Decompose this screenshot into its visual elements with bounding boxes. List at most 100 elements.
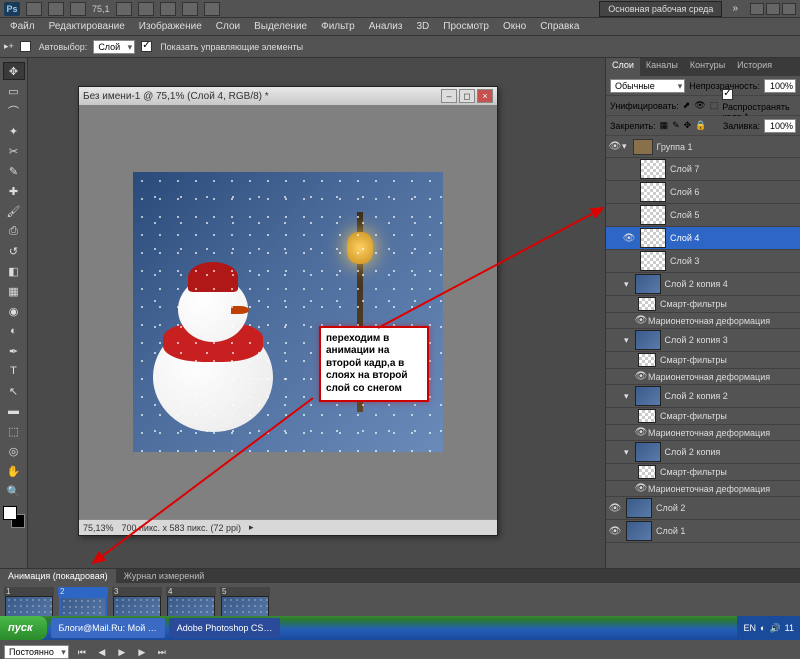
wand-tool[interactable]: ✦ (3, 122, 25, 140)
layer-row[interactable]: Слой 3 (606, 250, 800, 273)
unify-style-icon[interactable]: ⬚ (710, 100, 719, 111)
smart-filters-row[interactable]: Смарт-фильтры (606, 352, 800, 369)
maximize-icon[interactable] (766, 3, 780, 15)
eraser-tool[interactable]: ◧ (3, 262, 25, 280)
history-brush-tool[interactable]: ↺ (3, 242, 25, 260)
system-tray[interactable]: EN ◐ 🔊 11 (737, 616, 800, 640)
move-tool[interactable]: ✥ (3, 62, 25, 80)
taskbar-item-photoshop[interactable]: Adobe Photoshop CS… (169, 618, 281, 638)
doc-minimize-icon[interactable]: – (441, 89, 457, 103)
filter-row[interactable]: 👁Марионеточная деформация (606, 481, 800, 497)
smart-filters-row[interactable]: Смарт-фильтры (606, 296, 800, 313)
loop-dropdown[interactable]: Постоянно (4, 645, 69, 659)
menu-analysis[interactable]: Анализ (363, 19, 409, 34)
filter-row[interactable]: 👁Марионеточная деформация (606, 425, 800, 441)
zoom-level[interactable]: 75,1 (92, 4, 110, 14)
tab-paths[interactable]: Контуры (684, 58, 731, 76)
blur-tool[interactable]: ◉ (3, 302, 25, 320)
filter-row[interactable]: 👁Марионеточная деформация (606, 369, 800, 385)
smart-filters-row[interactable]: Смарт-фильтры (606, 408, 800, 425)
smart-filters-row[interactable]: Смарт-фильтры (606, 464, 800, 481)
marquee-tool[interactable]: ▭ (3, 82, 25, 100)
document-window[interactable]: Без имени-1 @ 75,1% (Слой 4, RGB/8) * – … (78, 86, 498, 536)
brush-tool[interactable]: 🖌 (3, 202, 25, 220)
type-tool[interactable]: T (3, 362, 25, 380)
minibridge-icon[interactable] (48, 2, 64, 16)
tray-icon[interactable]: ◐ (760, 623, 765, 633)
document-titlebar[interactable]: Без имени-1 @ 75,1% (Слой 4, RGB/8) * – … (79, 87, 497, 105)
layer-row[interactable]: ▾Слой 2 копия 4 (606, 273, 800, 296)
layer-row[interactable]: 👁Слой 2 (606, 497, 800, 520)
propagate-checkbox[interactable] (722, 89, 733, 100)
rotate-icon[interactable] (160, 2, 176, 16)
document-canvas[interactable]: переходим в анимации на второй кадр,а в … (79, 105, 497, 519)
fill-input[interactable]: 100% (764, 119, 796, 133)
clock[interactable]: 11 (785, 623, 794, 633)
chevron-right-icon[interactable]: ▸ (249, 522, 254, 533)
layer-row[interactable]: Слой 5 (606, 204, 800, 227)
tab-channels[interactable]: Каналы (640, 58, 684, 76)
zoom-icon[interactable] (138, 2, 154, 16)
menu-window[interactable]: Окно (497, 19, 532, 34)
next-frame-icon[interactable]: ▶ (135, 646, 149, 658)
crop-tool[interactable]: ✂ (3, 142, 25, 160)
doc-info[interactable]: 700 пикс. x 583 пикс. (72 ppi) (122, 523, 241, 533)
filter-row[interactable]: 👁Марионеточная деформация (606, 313, 800, 329)
last-frame-icon[interactable]: ⏭ (155, 646, 169, 658)
menu-filter[interactable]: Фильтр (315, 19, 361, 34)
first-frame-icon[interactable]: ⏮ (75, 646, 89, 658)
unify-vis-icon[interactable]: 👁 (694, 100, 705, 111)
lock-trans-icon[interactable]: ▦ (660, 120, 669, 131)
lock-pixels-icon[interactable]: ✎ (672, 120, 680, 131)
color-swatch[interactable] (3, 506, 25, 528)
lasso-tool[interactable]: ⌒ (3, 102, 25, 120)
workspace-switcher[interactable]: Основная рабочая среда (599, 1, 722, 17)
tray-icon[interactable]: 🔊 (769, 623, 780, 634)
autosel-checkbox[interactable] (20, 41, 31, 52)
menu-image[interactable]: Изображение (133, 19, 208, 34)
layer-row[interactable]: ▾Слой 2 копия 2 (606, 385, 800, 408)
autosel-dropdown[interactable]: Слой (93, 40, 135, 54)
zoom-tool[interactable]: 🔍 (3, 482, 25, 500)
layer-row[interactable]: 👁Слой 1 (606, 520, 800, 543)
layer-group[interactable]: 👁▾Группа 1 (606, 136, 800, 158)
lang-indicator[interactable]: EN (743, 623, 756, 633)
showcontrols-checkbox[interactable] (141, 41, 152, 52)
tab-measurements[interactable]: Журнал измерений (116, 569, 213, 583)
visibility-icon[interactable]: 👁 (608, 141, 622, 152)
workspace-more-icon[interactable]: » (732, 3, 738, 14)
layer-row[interactable]: Слой 7 (606, 158, 800, 181)
viewext-icon[interactable] (70, 2, 86, 16)
menu-select[interactable]: Выделение (248, 19, 313, 34)
hand-icon[interactable] (116, 2, 132, 16)
layer-row[interactable]: 👁Слой 4 (606, 227, 800, 250)
tab-animation[interactable]: Анимация (покадровая) (0, 569, 116, 583)
minimize-icon[interactable] (750, 3, 764, 15)
arrange-icon[interactable] (182, 2, 198, 16)
pen-tool[interactable]: ✒ (3, 342, 25, 360)
tab-history[interactable]: История (731, 58, 778, 76)
menu-view[interactable]: Просмотр (437, 19, 495, 34)
3d-tool[interactable]: ⬚ (3, 422, 25, 440)
prev-frame-icon[interactable]: ◀ (95, 646, 109, 658)
menu-file[interactable]: Файл (4, 19, 41, 34)
doc-zoom[interactable]: 75,13% (83, 523, 114, 533)
eyedropper-tool[interactable]: ✎ (3, 162, 25, 180)
menu-3d[interactable]: 3D (410, 19, 435, 34)
visibility-icon[interactable]: 👁 (608, 526, 622, 537)
bridge-icon[interactable] (26, 2, 42, 16)
layer-row[interactable]: Слой 6 (606, 181, 800, 204)
taskbar-item-browser[interactable]: Блоги@Mail.Ru: Мой … (51, 618, 165, 638)
hand-tool[interactable]: ✋ (3, 462, 25, 480)
doc-close-icon[interactable]: × (477, 89, 493, 103)
heal-tool[interactable]: ✚ (3, 182, 25, 200)
layer-row[interactable]: ▾Слой 2 копия 3 (606, 329, 800, 352)
blend-mode-dropdown[interactable]: Обычные (610, 79, 685, 93)
start-button[interactable]: пуск (0, 616, 47, 640)
gradient-tool[interactable]: ▦ (3, 282, 25, 300)
menu-layer[interactable]: Слои (210, 19, 246, 34)
lock-pos-icon[interactable]: ✥ (684, 120, 692, 131)
visibility-icon[interactable]: 👁 (622, 233, 636, 244)
path-tool[interactable]: ↖ (3, 382, 25, 400)
visibility-icon[interactable]: 👁 (608, 503, 622, 514)
